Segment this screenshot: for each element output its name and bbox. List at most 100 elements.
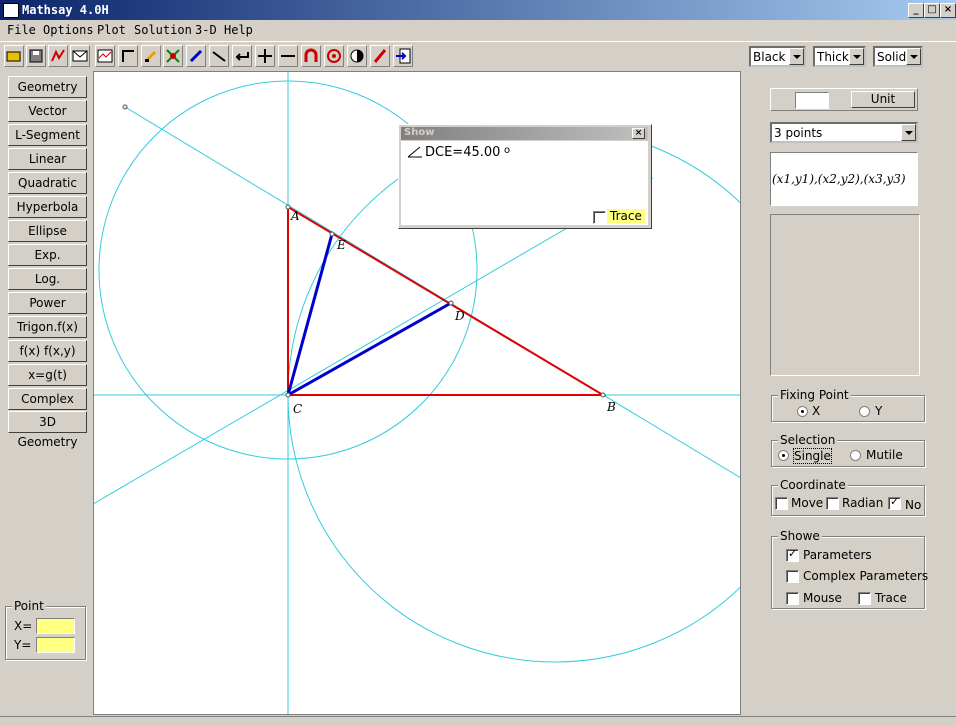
menu-bar: File Options Plot Solution 3-D Help bbox=[0, 20, 956, 40]
point-y-input[interactable] bbox=[36, 637, 75, 653]
plus-icon[interactable] bbox=[255, 45, 275, 67]
star-tool-icon[interactable] bbox=[163, 45, 183, 67]
parametric-button[interactable]: x=g(t) y=h(t) bbox=[8, 364, 87, 402]
y-label: Y= bbox=[14, 638, 32, 652]
contrast-icon[interactable] bbox=[347, 45, 367, 67]
hyperbola-button[interactable]: Hyperbola bbox=[8, 196, 87, 218]
mutile-radio[interactable] bbox=[850, 450, 861, 461]
quadratic-button[interactable]: Quadratic bbox=[8, 172, 87, 194]
linear-button[interactable]: Linear bbox=[8, 148, 87, 170]
save-icon[interactable] bbox=[26, 45, 46, 67]
label-a: A bbox=[290, 209, 300, 223]
trigon-button[interactable]: Trigon.f(x) bbox=[8, 316, 87, 338]
chevron-down-icon[interactable] bbox=[849, 48, 864, 65]
menu-3d[interactable]: 3-D bbox=[195, 23, 217, 37]
3d-geometry-button[interactable]: 3D Geometry bbox=[8, 411, 87, 449]
ellipse-button[interactable]: Ellipse bbox=[8, 220, 87, 242]
unit-button[interactable]: Unit bbox=[851, 91, 915, 108]
power-button[interactable]: Power bbox=[8, 292, 87, 314]
vertex-b[interactable] bbox=[600, 392, 606, 398]
minimize-button[interactable]: _ bbox=[908, 3, 924, 18]
mutile-label: Mutile bbox=[866, 448, 903, 462]
move-label: Move bbox=[791, 496, 824, 510]
show-trace-label: Trace bbox=[875, 591, 907, 605]
undo-arrow-icon[interactable] bbox=[232, 45, 252, 67]
point-x-input[interactable] bbox=[36, 618, 75, 634]
function-button[interactable]: f(x) f(x,y) bbox=[8, 340, 87, 362]
open-icon[interactable] bbox=[4, 45, 24, 67]
log-button[interactable]: Log. bbox=[8, 268, 87, 290]
app-icon bbox=[3, 3, 19, 18]
label-b: B bbox=[606, 400, 616, 414]
complex-parameters-checkbox[interactable] bbox=[786, 570, 799, 583]
complex-button[interactable]: Complex bbox=[8, 388, 87, 410]
show-window-titlebar: Show × bbox=[401, 127, 648, 140]
parameters-checkbox[interactable] bbox=[786, 547, 799, 562]
right-angle-icon[interactable] bbox=[118, 45, 138, 67]
target-icon[interactable] bbox=[324, 45, 344, 67]
menu-help[interactable]: Help bbox=[224, 23, 253, 37]
vertex-d[interactable] bbox=[448, 300, 454, 306]
single-radio[interactable] bbox=[778, 450, 789, 461]
geometry-button[interactable]: Geometry bbox=[8, 76, 87, 98]
radian-checkbox[interactable] bbox=[826, 497, 839, 510]
show-window-title: Show bbox=[404, 127, 435, 138]
menu-solution[interactable]: Solution bbox=[134, 23, 192, 37]
color-select[interactable]: Black bbox=[749, 46, 806, 67]
fixing-y-label: Y bbox=[875, 404, 883, 418]
point-marker[interactable] bbox=[122, 104, 128, 110]
no-checkbox[interactable] bbox=[888, 495, 901, 510]
vertex-c[interactable] bbox=[285, 392, 291, 398]
maximize-button[interactable]: □ bbox=[924, 3, 940, 18]
envelope-icon[interactable] bbox=[70, 45, 90, 67]
chevron-down-icon[interactable] bbox=[789, 48, 804, 65]
show-window[interactable]: Show × DCE=45.00 o Trace bbox=[398, 124, 652, 229]
window-title: Mathsay 4.0H bbox=[22, 3, 109, 17]
showe-title: Showe bbox=[778, 529, 822, 543]
chevron-down-icon[interactable] bbox=[901, 124, 916, 141]
menu-options[interactable]: Options bbox=[43, 23, 94, 37]
pencil-icon[interactable] bbox=[370, 45, 390, 67]
unit-input[interactable] bbox=[795, 92, 829, 109]
point-group-title: Point bbox=[12, 599, 46, 613]
vector-button[interactable]: Vector bbox=[8, 100, 87, 122]
fixing-x-label: X bbox=[812, 404, 821, 418]
thickness-select[interactable]: Thick bbox=[813, 46, 866, 67]
close-button[interactable]: × bbox=[940, 3, 956, 18]
minus-icon[interactable] bbox=[278, 45, 298, 67]
complex-parameters-label: Complex Parameters bbox=[803, 569, 929, 583]
vertex-a[interactable] bbox=[285, 204, 291, 210]
menu-plot[interactable]: Plot bbox=[97, 23, 126, 37]
fixing-x-radio[interactable] bbox=[797, 406, 808, 417]
graph-window-icon[interactable] bbox=[95, 45, 115, 67]
points-select[interactable]: 3 points bbox=[770, 122, 918, 143]
selection-title: Selection bbox=[778, 433, 838, 447]
exp-button[interactable]: Exp. bbox=[8, 244, 87, 266]
segment-cd[interactable] bbox=[287, 301, 452, 397]
move-checkbox[interactable] bbox=[775, 497, 788, 510]
l-segment-button[interactable]: L-Segment bbox=[8, 124, 87, 146]
radian-label: Radian bbox=[842, 496, 884, 510]
show-trace-checkbox[interactable] bbox=[858, 592, 871, 605]
menu-file[interactable]: File bbox=[7, 23, 36, 37]
line-style-select[interactable]: Solid bbox=[873, 46, 923, 67]
fixing-y-radio[interactable] bbox=[859, 406, 870, 417]
trace-checkbox[interactable] bbox=[593, 211, 606, 224]
label-c: C bbox=[293, 402, 302, 416]
close-icon[interactable]: × bbox=[632, 128, 645, 139]
vertex-e[interactable] bbox=[329, 231, 335, 237]
chart-tool-icon[interactable] bbox=[48, 45, 68, 67]
showe-group: Showe Parameters Complex Parameters Mous… bbox=[771, 529, 929, 609]
exit-icon[interactable] bbox=[393, 45, 413, 67]
draw-icon[interactable] bbox=[141, 45, 161, 67]
pen-icon[interactable] bbox=[186, 45, 206, 67]
title-bar: Mathsay 4.0H _ □ × bbox=[0, 0, 956, 20]
chevron-down-icon[interactable] bbox=[906, 48, 921, 65]
mouse-checkbox[interactable] bbox=[786, 592, 799, 605]
formula-box: (x1,y1),(x2,y2),(x3,y3) bbox=[770, 152, 918, 206]
segment-tool-icon[interactable] bbox=[209, 45, 229, 67]
segment-ce[interactable] bbox=[286, 233, 334, 396]
mouse-label: Mouse bbox=[803, 591, 842, 605]
coordinate-group: Coordinate Move Radian No bbox=[771, 478, 925, 516]
magnet-icon[interactable] bbox=[301, 45, 321, 67]
